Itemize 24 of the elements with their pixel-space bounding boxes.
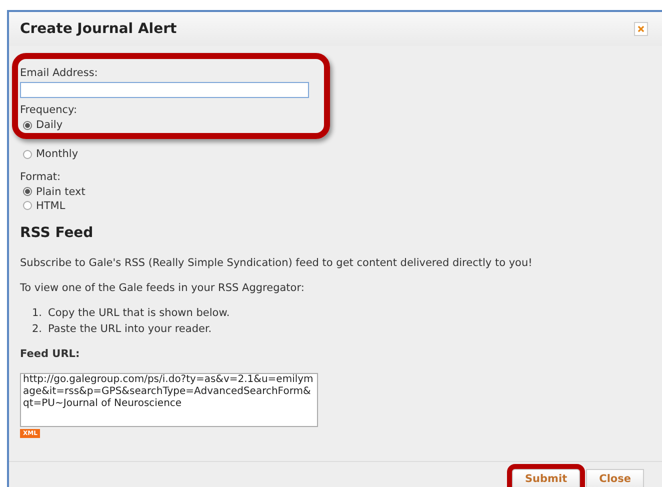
step-text: Paste the URL into your reader.	[48, 322, 212, 336]
section-heading: RSS Feed	[20, 224, 94, 244]
step-number: 1.	[32, 306, 42, 321]
option-label: HTML	[36, 200, 66, 211]
intro-text: Subscribe to Gale's RSS (Really Simple Syndication) feed to get content delivered directly to you!	[20, 256, 534, 272]
dialog-title: Create Journal Alert	[20, 20, 177, 38]
feed-url-field[interactable]: http://go.galegroup.com/ps/i.do?ty=as&v=2.1&u=emilymage&it=rss&p=GPS&searchType=AdvancedSearchForm&qt=PU~Journal of Neuroscience	[20, 373, 318, 427]
radio-button[interactable]	[23, 120, 32, 130]
option-label: Plain text	[36, 186, 86, 197]
close-icon[interactable]	[634, 22, 648, 36]
option-label: Monthly	[36, 148, 78, 160]
instruction-text: To view one of the Gale feeds in your RSS Aggregator:	[20, 281, 306, 296]
field-label: Email Address:	[20, 66, 99, 81]
step-number: 2.	[32, 322, 42, 336]
field-label: Format:	[20, 170, 62, 184]
close-button[interactable]: Close	[586, 469, 644, 487]
radio-button[interactable]	[23, 187, 32, 196]
option-label: Daily	[36, 120, 63, 130]
radio-button[interactable]	[23, 201, 32, 210]
field-label: Feed URL:	[20, 347, 81, 362]
field-label: Frequency:	[20, 102, 78, 118]
step-text: Copy the URL that is shown below.	[48, 306, 230, 321]
email-field[interactable]	[20, 82, 309, 98]
radio-button[interactable]	[23, 150, 32, 158]
